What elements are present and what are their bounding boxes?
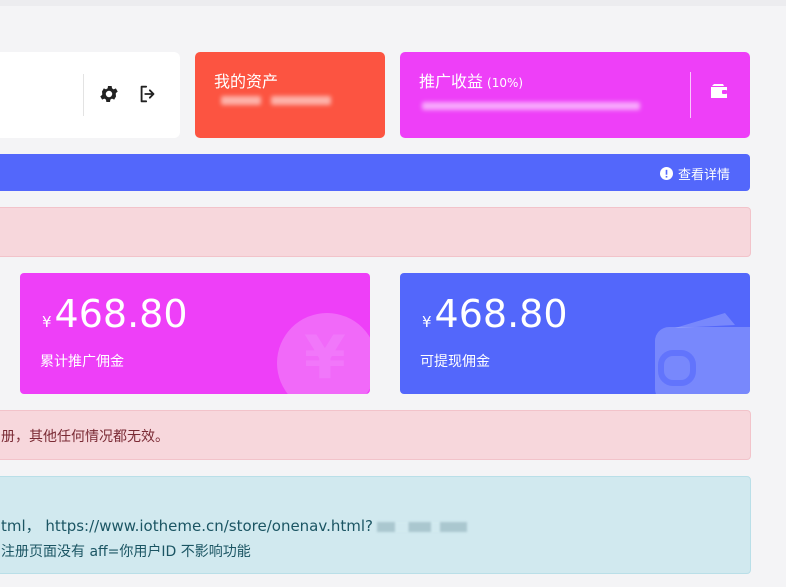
view-details-label: 查看详情 [677, 168, 730, 183]
blurred-value [376, 521, 467, 532]
blurred-value [422, 102, 640, 110]
withdrawable-commission-card: ¥468.80 可提现佣金 [400, 273, 750, 394]
withdrawable-commission-amount: ¥468.80 [422, 292, 568, 336]
yen-icon: ¥ [277, 313, 370, 394]
total-commission-amount: ¥468.80 [42, 292, 188, 336]
gear-icon[interactable] [98, 83, 120, 105]
total-commission-label: 累计推广佣金 [40, 354, 124, 370]
withdrawable-commission-label: 可提现佣金 [420, 354, 490, 370]
promotion-earnings-card[interactable]: 推广收益 (10%) [400, 52, 750, 138]
info-box: tml， https://www.iotheme.cn/store/onenav… [0, 476, 751, 574]
blurred-value [221, 96, 261, 105]
user-action-card [0, 52, 180, 138]
divider [690, 72, 691, 118]
info-line-2: 注册页面没有 aff=你用户ID 不影响功能 [1, 544, 251, 560]
my-assets-title: 我的资产 [214, 72, 279, 91]
wallet-icon [709, 81, 729, 101]
logout-icon[interactable] [137, 83, 159, 105]
warning-text: 册，其他任何情况都无效。 [1, 429, 169, 445]
total-commission-card: ¥468.80 累计推广佣金 ¥ [20, 273, 370, 394]
notice-bar: 查看详情 [0, 154, 750, 191]
promotion-earnings-title: 推广收益 (10%) [419, 72, 524, 91]
alert-box [0, 207, 751, 257]
blurred-value [271, 96, 331, 105]
wallet-icon [655, 313, 750, 394]
warning-alert: 册，其他任何情况都无效。 [0, 410, 751, 460]
info-line-1: tml， https://www.iotheme.cn/store/onenav… [1, 515, 467, 536]
view-details-link[interactable]: 查看详情 [659, 164, 730, 183]
my-assets-card[interactable]: 我的资产 [195, 52, 385, 138]
exclamation-circle-icon [659, 167, 673, 180]
divider [83, 74, 84, 116]
commission-rate: (10%) [487, 76, 524, 90]
top-strip [0, 0, 786, 6]
